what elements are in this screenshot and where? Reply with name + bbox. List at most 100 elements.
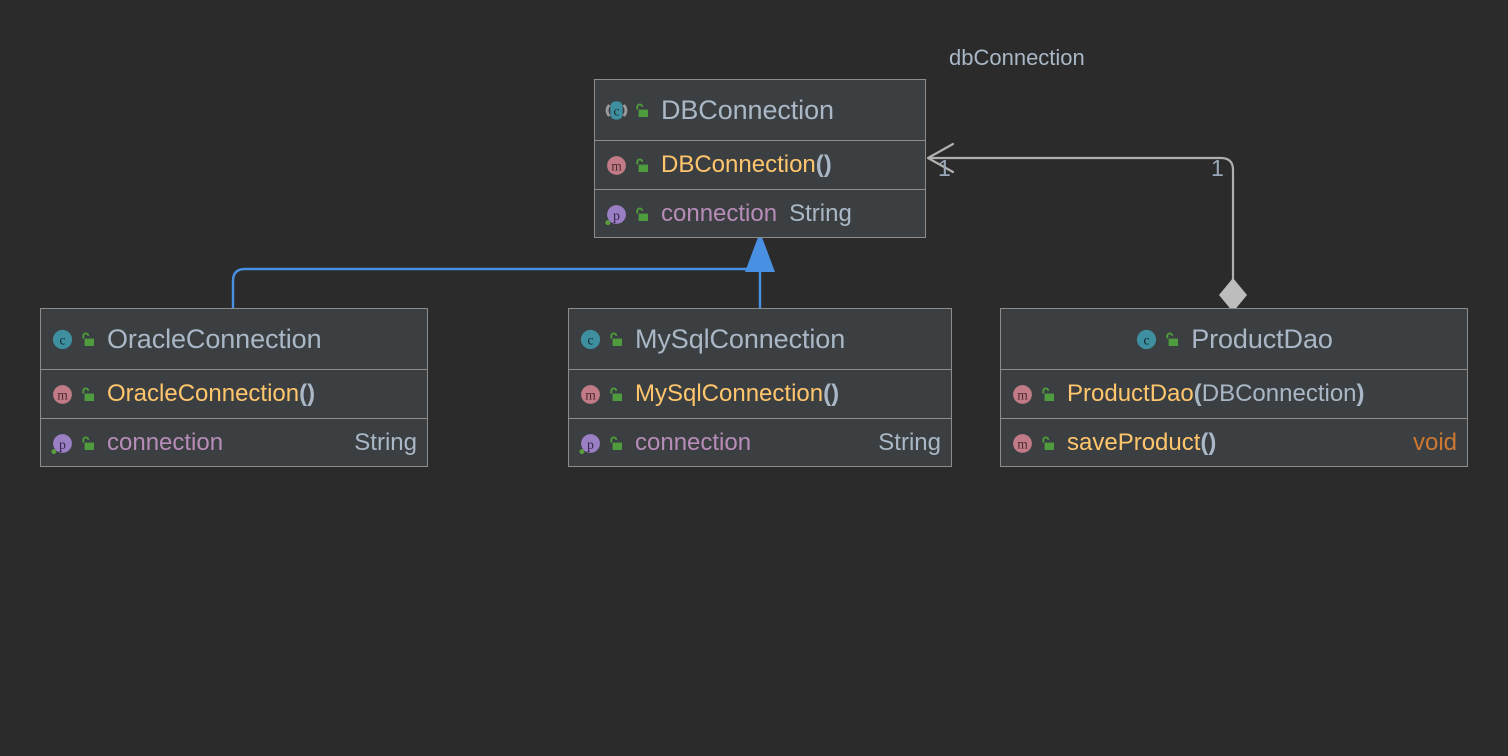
- property-icon: p: [50, 431, 75, 456]
- class-name-mysqlconnection: MySqlConnection: [635, 323, 846, 354]
- composition-role-label: dbConnection: [949, 45, 1085, 70]
- class-name-dbconnection: DBConnection: [661, 94, 834, 125]
- member-icons: m: [1010, 431, 1067, 456]
- unlocked-padlock-icon: [1163, 331, 1180, 348]
- class-icon: c: [1134, 327, 1159, 352]
- method-name-productdao-constructor: ProductDao: [1067, 380, 1194, 407]
- member-icons: m: [578, 382, 635, 407]
- member-row-mysqlconnection-connection[interactable]: p connection String: [569, 418, 951, 466]
- method-name-mysqlconnection-constructor: MySqlConnection: [635, 380, 824, 407]
- class-header-icons: c: [578, 327, 635, 352]
- method-parens: (: [823, 380, 832, 407]
- method-parens: ): [1356, 380, 1365, 407]
- member-icons: p: [604, 202, 661, 227]
- unlocked-padlock-icon: [79, 435, 96, 452]
- method-name-oracleconnection-constructor: OracleConnection: [107, 380, 300, 407]
- class-header-icons: c: [50, 327, 107, 352]
- member-row-oracleconnection-constructor[interactable]: m OracleConnection(): [41, 369, 427, 418]
- field-type-string: String: [789, 200, 852, 227]
- unlocked-padlock-icon: [607, 386, 624, 403]
- class-box-mysqlconnection[interactable]: c MySqlConnection m MySqlConnection () …: [568, 308, 952, 467]
- method-parens: (: [815, 151, 824, 178]
- member-row-dbconnection-connection[interactable]: p connection String: [595, 189, 925, 237]
- unlocked-padlock-icon: [607, 435, 624, 452]
- method-params: DBConnection: [1201, 380, 1357, 407]
- svg-text:m: m: [1017, 387, 1028, 402]
- member-icons: m: [1010, 382, 1067, 407]
- unlocked-padlock-icon: [1039, 435, 1056, 452]
- inheritance-arrowhead: [745, 232, 775, 272]
- svg-text:m: m: [585, 387, 596, 402]
- field-type-string: String: [878, 429, 941, 456]
- member-row-oracleconnection-connection[interactable]: p connection String: [41, 418, 427, 466]
- svg-text:m: m: [611, 158, 622, 173]
- class-box-oracleconnection[interactable]: c OracleConnection m OracleConnection (…: [40, 308, 428, 467]
- class-header-mysqlconnection[interactable]: c MySqlConnection: [569, 309, 951, 369]
- member-icons: m: [50, 382, 107, 407]
- method-icon: m: [604, 153, 629, 178]
- class-header-icons: c: [1134, 327, 1191, 352]
- method-parens: (: [1193, 380, 1202, 407]
- member-row-dbconnection-constructor[interactable]: m DBConnection(): [595, 140, 925, 189]
- class-header-icons: c: [604, 98, 661, 123]
- method-parens: ): [307, 380, 316, 407]
- member-row-productdao-saveproduct[interactable]: m saveProduct() void: [1001, 418, 1467, 466]
- unlocked-padlock-icon: [79, 331, 96, 348]
- unlocked-padlock-icon: [79, 386, 96, 403]
- class-header-oracleconnection[interactable]: c OracleConnection: [41, 309, 427, 369]
- svg-text:c: c: [614, 103, 620, 118]
- method-icon: m: [1010, 431, 1035, 456]
- multiplicity-dbconnection-end: 1: [938, 155, 951, 181]
- svg-text:m: m: [57, 387, 68, 402]
- uml-diagram-canvas: dbConnection 1 1 c DBConnection m DBConn…: [0, 0, 1508, 756]
- edge-composition-dbconnection[interactable]: [926, 142, 1247, 312]
- svg-text:p: p: [613, 208, 620, 223]
- member-icons: p: [50, 431, 107, 456]
- method-icon: m: [578, 382, 603, 407]
- class-name-oracleconnection: OracleConnection: [107, 323, 322, 354]
- svg-text:c: c: [588, 332, 594, 347]
- method-parens: ): [823, 151, 832, 178]
- member-row-productdao-constructor[interactable]: m ProductDao(DBConnection): [1001, 369, 1467, 418]
- property-icon: p: [578, 431, 603, 456]
- class-name-productdao: ProductDao: [1191, 323, 1333, 354]
- return-type-void: void: [1412, 429, 1457, 456]
- multiplicity-productdao-end: 1: [1211, 155, 1224, 181]
- unlocked-padlock-icon: [633, 206, 650, 223]
- svg-text:c: c: [60, 332, 66, 347]
- field-name-connection: connection: [107, 429, 224, 456]
- edge-generalization-oracle[interactable]: [231, 243, 762, 308]
- method-icon: m: [1010, 382, 1035, 407]
- class-icon: c: [50, 327, 75, 352]
- composition-diamond: [1219, 278, 1247, 312]
- method-name-saveproduct: saveProduct: [1067, 429, 1201, 456]
- method-name-dbconnection-constructor: DBConnection: [661, 151, 816, 178]
- class-box-dbconnection[interactable]: c DBConnection m DBConnection () p conn…: [594, 79, 926, 238]
- unlocked-padlock-icon: [633, 102, 650, 119]
- unlocked-padlock-icon: [633, 157, 650, 174]
- member-row-mysqlconnection-constructor[interactable]: m MySqlConnection(): [569, 369, 951, 418]
- field-name-connection: connection: [635, 429, 752, 456]
- unlocked-padlock-icon: [1039, 386, 1056, 403]
- edge-generalization-mysql[interactable]: [745, 232, 775, 308]
- class-header-productdao[interactable]: c ProductDao: [1001, 309, 1467, 369]
- member-icons: p: [578, 431, 635, 456]
- class-header-dbconnection[interactable]: c DBConnection: [595, 80, 925, 140]
- class-abstract-icon: c: [604, 98, 629, 123]
- class-box-productdao[interactable]: c ProductDao m ProductDao (DBConnection…: [1000, 308, 1468, 467]
- property-icon: p: [604, 202, 629, 227]
- method-parens: ): [1208, 429, 1217, 456]
- field-type-string: String: [354, 429, 417, 456]
- method-parens: ): [831, 380, 840, 407]
- svg-text:p: p: [59, 437, 66, 452]
- method-parens: (: [299, 380, 308, 407]
- class-icon: c: [578, 327, 603, 352]
- svg-text:m: m: [1017, 436, 1028, 451]
- svg-text:c: c: [1144, 332, 1150, 347]
- method-parens: (: [1200, 429, 1209, 456]
- method-icon: m: [50, 382, 75, 407]
- svg-text:p: p: [587, 437, 594, 452]
- unlocked-padlock-icon: [607, 331, 624, 348]
- field-name-connection: connection: [661, 200, 778, 227]
- member-icons: m: [604, 153, 661, 178]
